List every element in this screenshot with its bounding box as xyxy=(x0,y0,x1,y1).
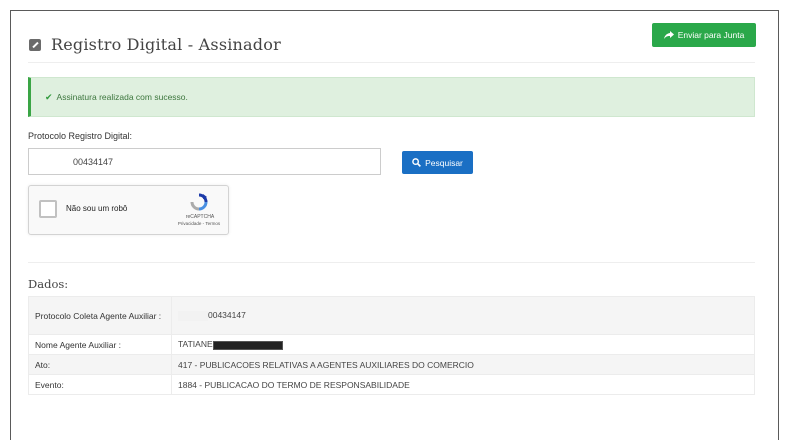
redaction-block xyxy=(212,340,283,350)
search-button-label: Pesquisar xyxy=(425,157,463,168)
share-arrow-icon xyxy=(663,31,674,39)
redaction-block xyxy=(178,310,208,321)
protocol-label: Protocolo Registro Digital: xyxy=(28,131,133,141)
row-value: TATIANE xyxy=(178,339,213,350)
table-row: Evento: 1884 - PUBLICACAO DO TERMO DE RE… xyxy=(28,374,755,395)
row-key: Protocolo Coleta Agente Auxiliar : xyxy=(28,296,172,335)
recaptcha-label: Não sou um robô xyxy=(66,204,128,213)
row-value: 00434147 xyxy=(208,310,246,321)
row-key: Evento: xyxy=(28,374,172,395)
row-value: 417 - PUBLICACOES RELATIVAS A AGENTES AU… xyxy=(171,354,755,375)
recaptcha-widget: Não sou um robô reCAPTCHA Privacidade - … xyxy=(28,185,229,235)
search-icon xyxy=(412,158,422,167)
page-title: Registro Digital - Assinador xyxy=(29,35,281,54)
success-alert: ✔ Assinatura realizada com sucesso. xyxy=(28,77,755,117)
recaptcha-brand: reCAPTCHA xyxy=(185,214,215,220)
send-button-label: Enviar para Junta xyxy=(677,30,745,40)
table-row: Ato: 417 - PUBLICACOES RELATIVAS A AGENT… xyxy=(28,354,755,375)
check-icon: ✔ xyxy=(45,91,53,102)
send-to-junta-button[interactable]: Enviar para Junta xyxy=(652,23,756,47)
dados-title: Dados: xyxy=(28,277,69,291)
protocol-input[interactable] xyxy=(28,148,381,175)
table-row: Protocolo Coleta Agente Auxiliar : 00434… xyxy=(28,296,755,335)
section-divider xyxy=(28,262,755,263)
table-row: Nome Agente Auxiliar : TATIANE xyxy=(28,334,755,355)
row-value: 1884 - PUBLICACAO DO TERMO DE RESPONSABI… xyxy=(171,374,755,395)
page-title-text: Registro Digital - Assinador xyxy=(51,35,281,54)
search-button[interactable]: Pesquisar xyxy=(402,151,473,174)
recaptcha-links[interactable]: Privacidade - Termos xyxy=(170,221,228,226)
header-divider xyxy=(28,62,755,63)
edit-icon xyxy=(29,38,41,51)
recaptcha-logo-icon xyxy=(190,193,208,211)
alert-message: Assinatura realizada com sucesso. xyxy=(56,92,188,102)
dados-table: Protocolo Coleta Agente Auxiliar : 00434… xyxy=(28,296,755,395)
recaptcha-checkbox[interactable] xyxy=(39,200,57,218)
row-key: Ato: xyxy=(28,354,172,375)
row-key: Nome Agente Auxiliar : xyxy=(28,334,172,355)
